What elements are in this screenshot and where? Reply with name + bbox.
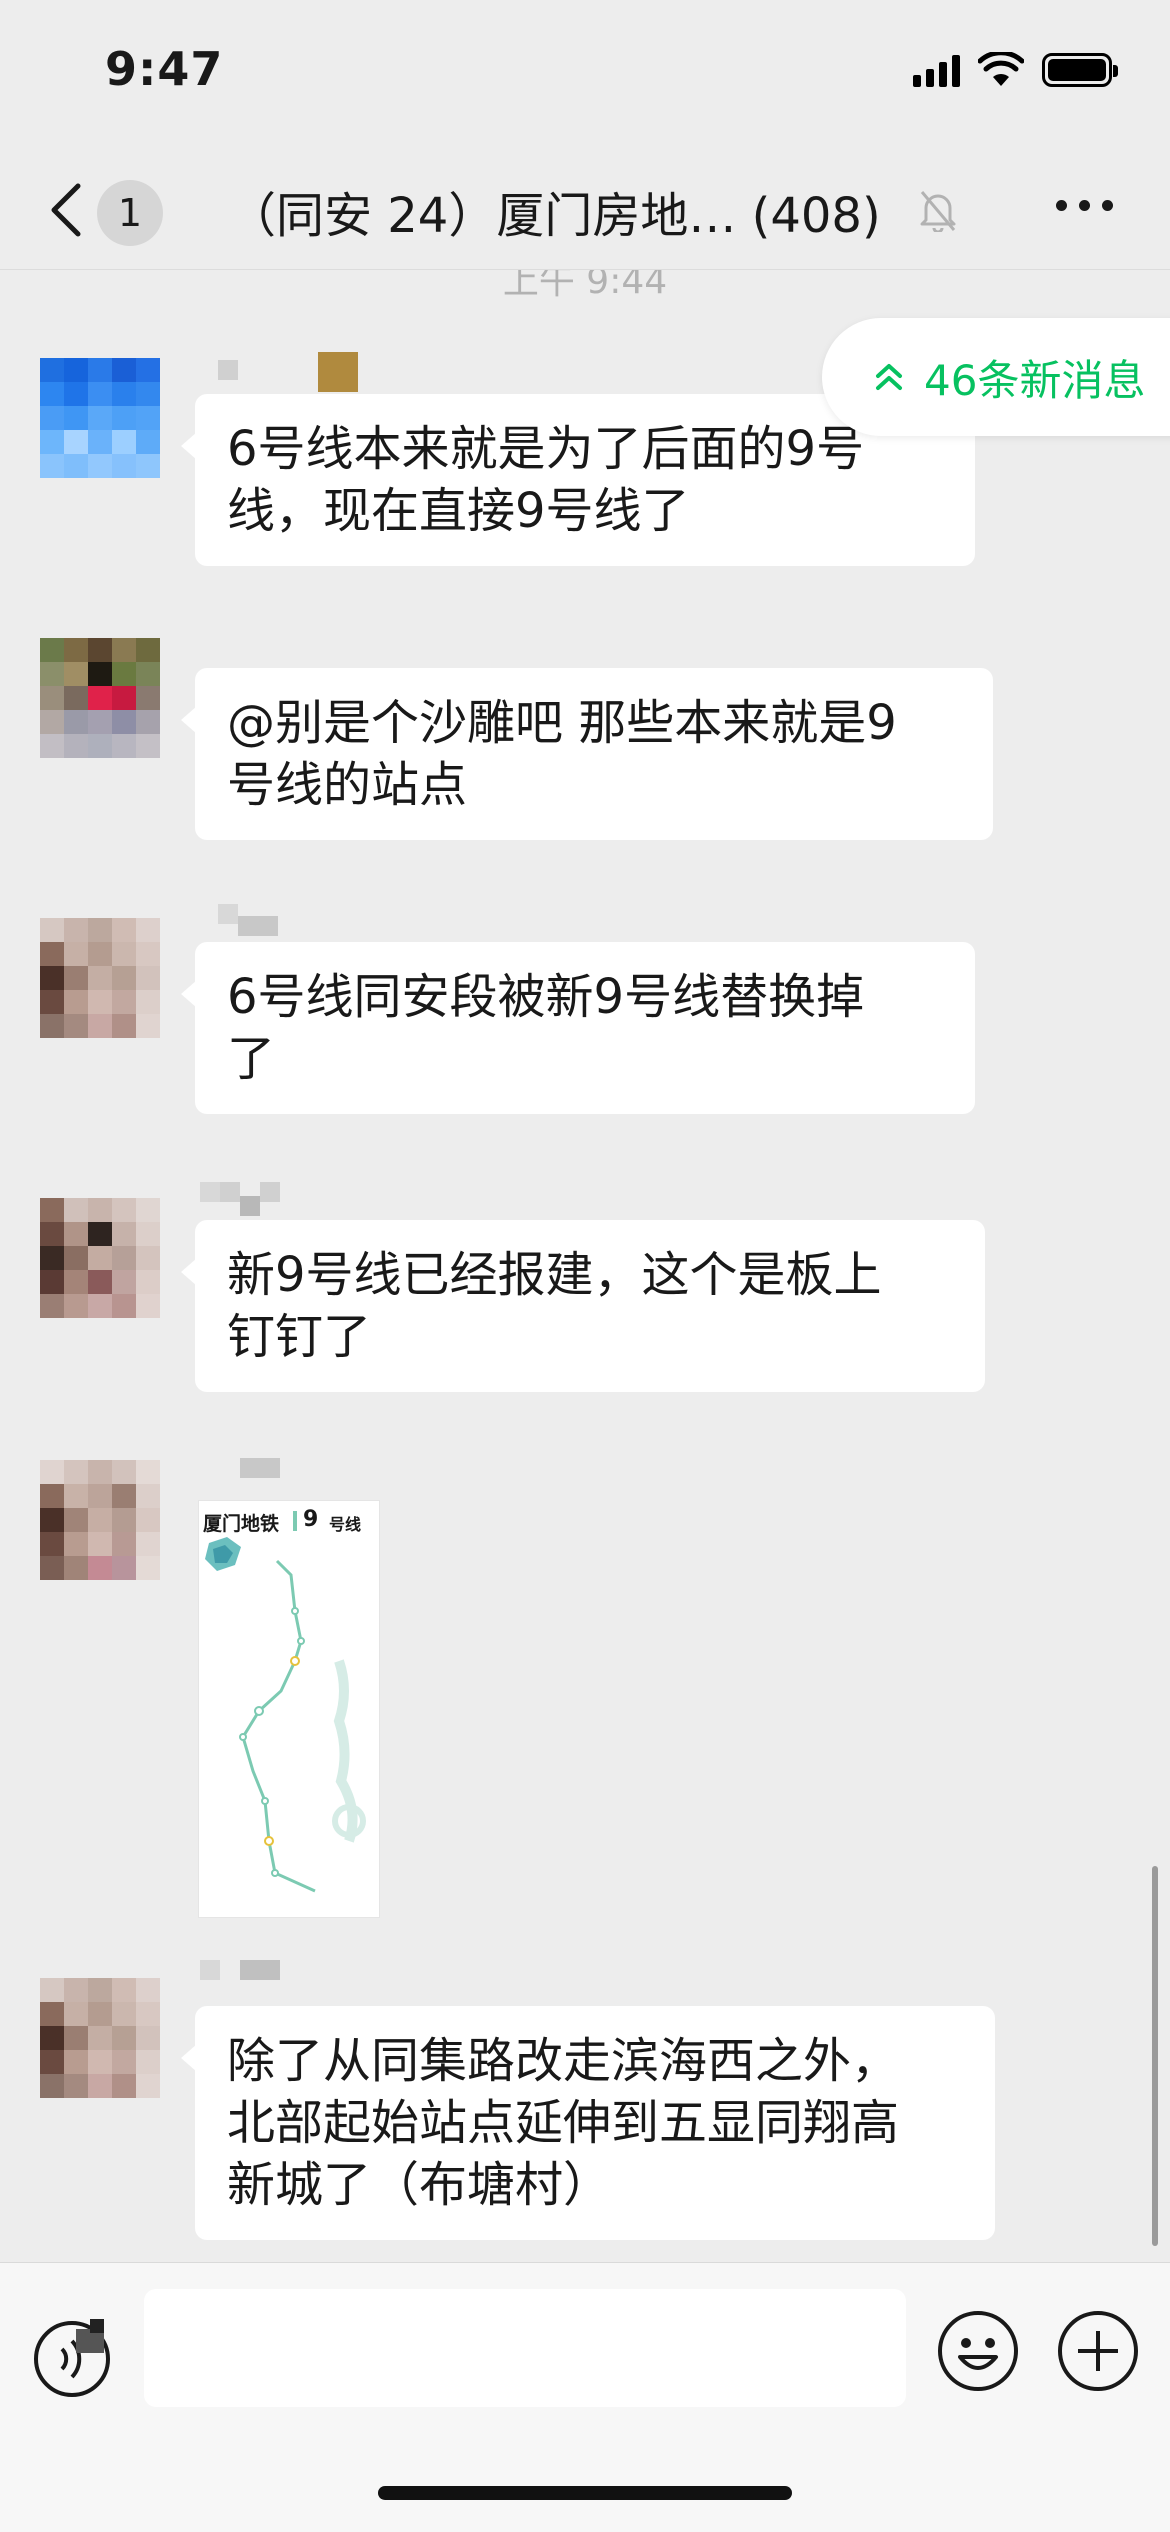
message-line: 了 bbox=[227, 1031, 276, 1087]
message-line: 钉钉了 bbox=[227, 1309, 372, 1365]
cellular-signal-icon bbox=[913, 53, 960, 87]
unread-count-badge[interactable]: 1 bbox=[97, 180, 163, 246]
battery-icon bbox=[1042, 53, 1118, 87]
avatar[interactable] bbox=[40, 1460, 160, 1580]
message-line: 6号线本来就是为了后面的9号 bbox=[227, 421, 865, 477]
message-bubble[interactable]: 6号线同安段被新9号线替换掉 了 bbox=[181, 942, 975, 1114]
chat-header: 1 （同安 24）厦门房地… (408) bbox=[0, 140, 1170, 270]
message-input[interactable] bbox=[144, 2289, 906, 2407]
avatar[interactable] bbox=[40, 918, 160, 1038]
double-chevron-up-icon bbox=[876, 364, 902, 390]
home-indicator[interactable] bbox=[378, 2486, 792, 2500]
sender-name bbox=[200, 1182, 280, 1216]
plus-icon[interactable] bbox=[1056, 2309, 1140, 2393]
more-dots-icon[interactable] bbox=[1056, 200, 1113, 211]
sender-name bbox=[218, 352, 358, 392]
message-line: 除了从同集路改走滨海西之外， bbox=[227, 2033, 900, 2089]
status-icons bbox=[913, 52, 1118, 88]
avatar[interactable] bbox=[40, 358, 160, 478]
sender-name bbox=[240, 1458, 280, 1484]
message-line: 6号线同安段被新9号线替换掉 bbox=[227, 969, 865, 1025]
message-line: @别是个沙雕吧 那些本来就是9 bbox=[227, 695, 897, 751]
avatar[interactable] bbox=[40, 1198, 160, 1318]
status-bar: 9:47 bbox=[0, 0, 1170, 140]
status-time: 9:47 bbox=[105, 42, 224, 96]
message-line: 线，现在直接9号线了 bbox=[227, 483, 690, 539]
new-messages-pill[interactable]: 46条新消息 bbox=[822, 318, 1170, 436]
sender-name bbox=[200, 1960, 280, 1986]
avatar[interactable] bbox=[40, 1978, 160, 2098]
back-chevron-icon[interactable] bbox=[46, 182, 86, 238]
message-bubble[interactable]: 除了从同集路改走滨海西之外， 北部起始站点延伸到五显同翔高 新城了（布塘村） bbox=[181, 2006, 995, 2240]
scroll-indicator[interactable] bbox=[1152, 1866, 1158, 2246]
image-message-metro-map[interactable]: 厦门地铁 9 号线 bbox=[198, 1500, 380, 1918]
new-messages-label: 46条新消息 bbox=[924, 355, 1146, 405]
wifi-icon bbox=[978, 52, 1024, 86]
chat-title[interactable]: （同安 24）厦门房地… (408) bbox=[228, 176, 881, 246]
message-line: 新城了（布塘村） bbox=[227, 2157, 612, 2213]
mute-bell-icon bbox=[920, 191, 956, 232]
voice-icon[interactable] bbox=[32, 2319, 112, 2399]
message-line: 北部起始站点延伸到五显同翔高 bbox=[227, 2095, 900, 2151]
metro-route-graphic bbox=[205, 1511, 366, 1893]
emoji-icon[interactable] bbox=[936, 2309, 1020, 2393]
sender-name bbox=[218, 904, 278, 936]
message-line: 新9号线已经报建，这个是板上 bbox=[227, 1247, 882, 1303]
message-bubble[interactable]: 新9号线已经报建，这个是板上 钉钉了 bbox=[181, 1220, 985, 1392]
avatar[interactable] bbox=[40, 638, 160, 758]
message-line: 号线的站点 bbox=[227, 757, 468, 813]
message-bubble[interactable]: @别是个沙雕吧 那些本来就是9 号线的站点 bbox=[181, 668, 993, 840]
